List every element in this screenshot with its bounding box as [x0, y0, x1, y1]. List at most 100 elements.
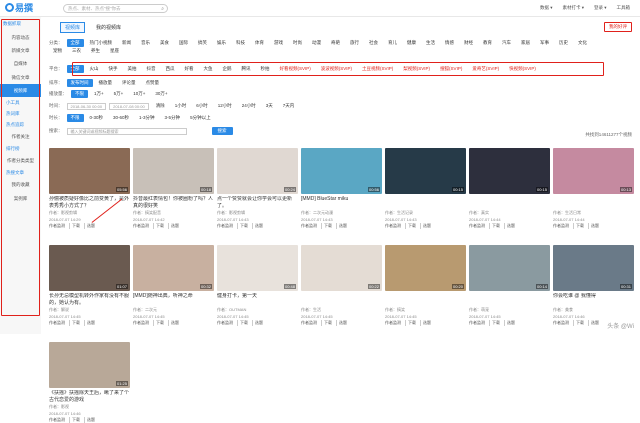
category-option[interactable]: 三农	[68, 47, 85, 55]
card-action-button[interactable]: 作者监测	[217, 320, 233, 326]
video-card[interactable]: 00:15 作者：生活记录 2018-07-07 14:43 作者监测 下载 选题	[385, 148, 466, 229]
category-option[interactable]: 星座	[106, 47, 123, 55]
sort-option[interactable]: 点赞量	[142, 79, 164, 87]
platform-option[interactable]: 搜狐(SVIP)	[436, 65, 466, 73]
card-action-button[interactable]: 选题	[336, 320, 347, 326]
card-action-button[interactable]: 下载	[489, 320, 500, 326]
video-card[interactable]: 00:56 [MMD] BlueStar miku 作者：二次元动漫 2018-07-…	[301, 148, 382, 229]
card-action-button[interactable]: 选题	[84, 320, 95, 326]
video-card[interactable]: 00:13 作者：生活日常 2018-07-07 14:44 作者监测 下载 选题	[553, 148, 634, 229]
video-title[interactable]	[469, 293, 550, 306]
card-action-button[interactable]: 作者监测	[301, 320, 317, 326]
video-card[interactable]: 05:56 孙俪被质疑好像比之前变黄了，是外表秀秀小方式了？ 作者：影视剪辑 2018…	[49, 148, 130, 229]
category-option[interactable]: 宠物	[49, 47, 66, 55]
category-option[interactable]: 生活	[422, 39, 439, 47]
card-action-button[interactable]: 选题	[84, 417, 95, 423]
video-title[interactable]: 你会吃谁 @ 我懂得	[553, 293, 634, 306]
platform-option[interactable]: 快视频(SVIP)	[505, 65, 540, 73]
sidebar-group-label[interactable]: 排行榜	[0, 143, 41, 154]
time-option[interactable]: 24小时	[238, 102, 260, 110]
card-action-button[interactable]: 下载	[405, 223, 416, 229]
collect-button[interactable]: 我的好评	[604, 22, 632, 32]
category-option[interactable]: 历史	[555, 39, 572, 47]
category-option[interactable]: 军事	[536, 39, 553, 47]
video-thumbnail[interactable]: 00:48	[217, 245, 298, 291]
card-action-button[interactable]: 作者监测	[469, 320, 485, 326]
card-action-button[interactable]: 选题	[168, 320, 179, 326]
category-option[interactable]: 文化	[574, 39, 591, 47]
card-action-button[interactable]: 作者监测	[49, 223, 65, 229]
category-option[interactable]: 时尚	[289, 39, 306, 47]
sort-option[interactable]: 评论量	[118, 79, 140, 87]
sort-option[interactable]: 发布时间	[66, 79, 93, 87]
platform-option[interactable]: 好看	[181, 65, 198, 73]
video-card[interactable]: 00:14 作者：萌宠 2018-07-07 14:45 作者监测 下载 选题	[469, 245, 550, 326]
header-link[interactable]: 登录 ▾	[594, 5, 607, 11]
video-thumbnail[interactable]: 00:56	[301, 148, 382, 194]
sidebar-item[interactable]: 自媒体	[0, 57, 41, 70]
card-action-button[interactable]: 作者监测	[49, 320, 65, 326]
card-action-button[interactable]: 下载	[573, 223, 584, 229]
time-option[interactable]: 1小时	[171, 102, 191, 110]
video-title[interactable]: 健身打卡，第一天	[217, 293, 298, 306]
category-option[interactable]: 旅行	[346, 39, 363, 47]
card-action-button[interactable]: 下载	[69, 320, 80, 326]
video-card[interactable]: 00:32 [MMD]随神出典，听神之命 作者：二次元 2018-07-07 14:4…	[133, 245, 214, 326]
platform-option[interactable]: 抖音	[143, 65, 160, 73]
video-thumbnail[interactable]: 00:15	[469, 148, 550, 194]
card-action-button[interactable]: 作者监测	[49, 417, 65, 423]
app-logo[interactable]: 易撰	[5, 3, 33, 13]
platform-option[interactable]: 企鹅	[219, 65, 236, 73]
card-action-button[interactable]: 下载	[321, 320, 332, 326]
video-thumbnail[interactable]: 00:22	[301, 245, 382, 291]
card-action-button[interactable]: 下载	[237, 223, 248, 229]
video-title[interactable]	[385, 196, 466, 209]
card-action-button[interactable]: 选题	[252, 320, 263, 326]
card-action-button[interactable]: 选题	[336, 223, 347, 229]
video-title[interactable]: 抖音最红表情包！你被圈粉了吗？人真的很好笑	[133, 196, 214, 209]
platform-option[interactable]: 好看视频(SVIP)	[276, 65, 315, 73]
card-action-button[interactable]: 选题	[420, 320, 431, 326]
search-button[interactable]: 搜索	[211, 127, 233, 135]
card-action-button[interactable]: 作者监测	[385, 223, 401, 229]
category-option[interactable]: 科技	[232, 39, 249, 47]
card-action-button[interactable]: 下载	[237, 320, 248, 326]
duration-option[interactable]: 不限	[66, 114, 84, 122]
sidebar-item[interactable]: 内容动态	[0, 31, 41, 44]
playcount-option[interactable]: 30万+	[151, 90, 171, 98]
video-card[interactable]: 00:22 作者：生活 2018-07-07 14:45 作者监测 下载 选题	[301, 245, 382, 326]
video-card[interactable]: 00:48 健身打卡，第一天 作者：OUTMAN 2018-07-07 14:45 作者…	[217, 245, 298, 326]
category-option[interactable]: 教育	[479, 39, 496, 47]
card-action-button[interactable]: 作者监测	[133, 223, 149, 229]
card-action-button[interactable]: 选题	[84, 223, 95, 229]
video-title[interactable]: [MMD]随神出典，听神之命	[133, 293, 214, 306]
card-action-button[interactable]: 下载	[153, 223, 164, 229]
video-title[interactable]: 长孙无忌模型机转外作家有没有不服的，她认为有。	[49, 293, 130, 306]
video-card[interactable]: 01:25 《扶摇》扶摇除天王后，瞅了来了个古代恋爱的游戏 作者：影视 2018-07…	[49, 342, 130, 423]
sidebar-item[interactable]: 案例库	[0, 192, 41, 205]
card-action-button[interactable]: 下载	[489, 223, 500, 229]
card-action-button[interactable]: 作者监测	[301, 223, 317, 229]
category-option[interactable]: 搞笑	[194, 39, 211, 47]
duration-option[interactable]: 5分钟以上	[186, 114, 215, 122]
video-title[interactable]	[553, 196, 634, 209]
card-action-button[interactable]: 选题	[588, 223, 599, 229]
video-card[interactable]: 00:18 抖音最红表情包！你被圈粉了吗？人真的很好笑 作者：搞笑配音 2018-07…	[133, 148, 214, 229]
video-title[interactable]	[469, 196, 550, 209]
tab[interactable]: 视频库	[60, 22, 86, 33]
header-link[interactable]: 素材打卡 ▾	[562, 5, 584, 11]
sidebar-group-label[interactable]: 热词库	[0, 108, 41, 119]
keyword-input[interactable]: 输入关键词或视频标题搜索	[66, 127, 187, 135]
video-thumbnail[interactable]: 00:15	[385, 148, 466, 194]
video-title[interactable]: [MMD] BlueStar miku	[301, 196, 382, 209]
playcount-option[interactable]: 不限	[71, 90, 88, 98]
header-link[interactable]: 工具箱	[617, 5, 631, 11]
sidebar-group-label[interactable]: 小工具	[0, 97, 41, 108]
card-action-button[interactable]: 选题	[168, 223, 179, 229]
card-action-button[interactable]: 下载	[573, 320, 584, 326]
category-option[interactable]: 游戏	[270, 39, 287, 47]
end-date-input[interactable]: 2018-07-08 00:00	[109, 102, 149, 110]
duration-option[interactable]: 3-5分钟	[161, 114, 185, 122]
video-thumbnail[interactable]: 01:07	[49, 245, 130, 291]
sidebar-item[interactable]: 作者分类类型	[0, 154, 41, 167]
